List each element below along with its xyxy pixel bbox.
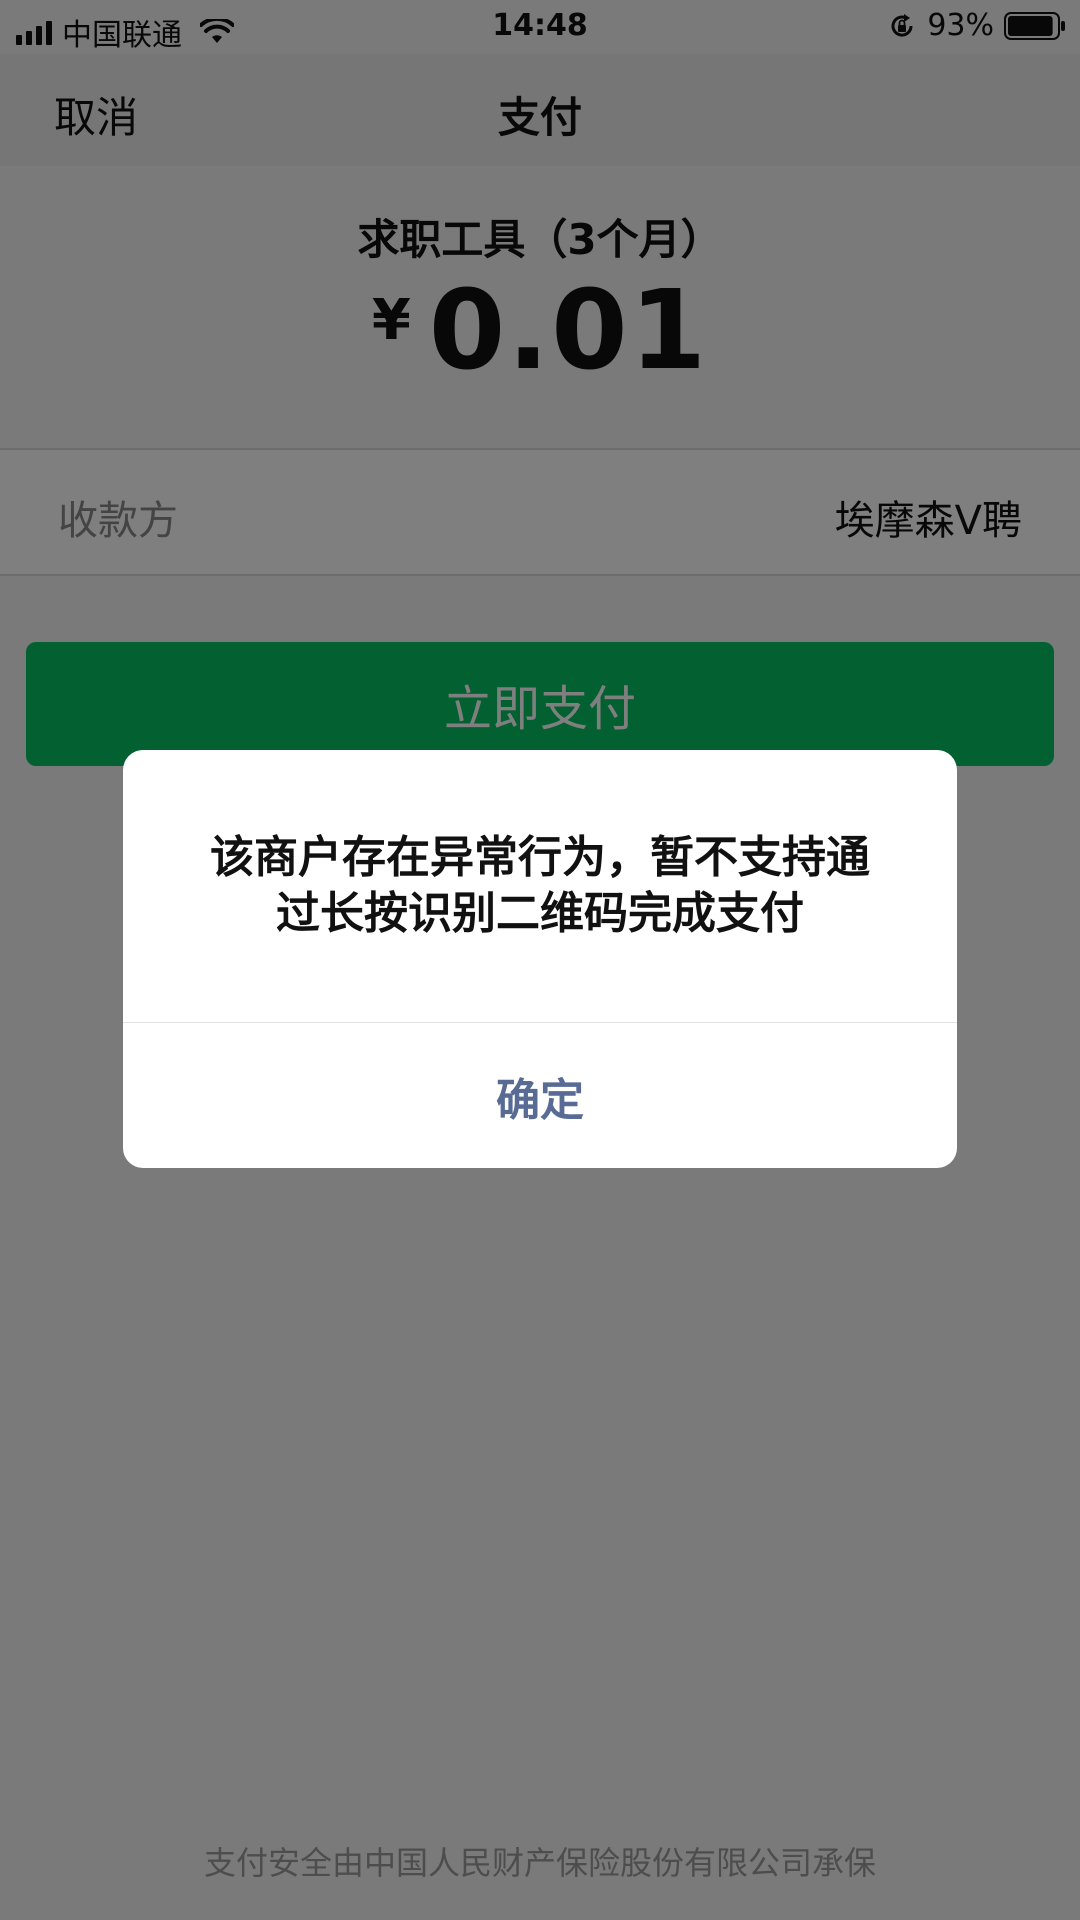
alert-dialog: 该商户存在异常行为，暂不支持通 过长按识别二维码完成支付 确定	[123, 750, 957, 1168]
confirm-button[interactable]: 确定	[123, 1023, 957, 1168]
dialog-message-line-1: 该商户存在异常行为，暂不支持通	[210, 832, 870, 883]
dialog-message-line-2: 过长按识别二维码完成支付	[276, 888, 804, 939]
dialog-message: 该商户存在异常行为，暂不支持通 过长按识别二维码完成支付	[183, 830, 897, 942]
